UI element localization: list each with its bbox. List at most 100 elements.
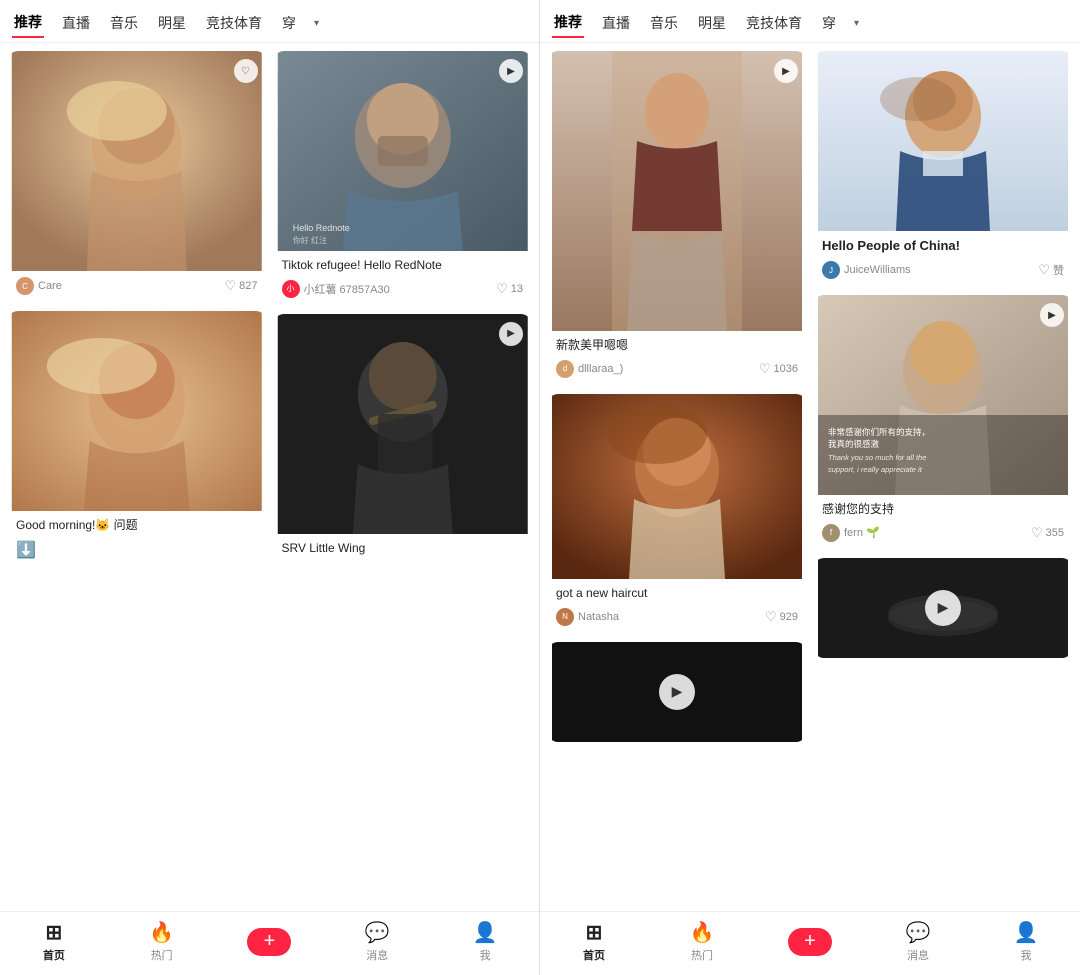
tab-hot-label-right: 热门 <box>691 947 713 963</box>
play-btn-guitar[interactable]: ▶ <box>499 322 523 346</box>
card-haircut-image <box>548 394 806 579</box>
add-btn-right[interactable]: + <box>788 928 832 956</box>
tab-home-right[interactable]: ⊞ 首页 <box>540 920 648 963</box>
card-bearded-man[interactable]: Hello Rednote 你好 红注 ▶ Tiktok refugee! He… <box>274 51 532 306</box>
add-btn-left[interactable]: + <box>247 928 291 956</box>
card-tall-girl-body: 新款美甲嗯嗯 d dlllaraa_) ♡ 1036 <box>548 331 806 386</box>
tab-add-left: + <box>216 928 324 956</box>
play-btn-drum[interactable]: ▶ <box>925 590 961 626</box>
avatar-juicewilliams: J <box>822 261 840 279</box>
card-thank-you-image: 非常感谢你们所有的支持， 我真的很感激 Thank you so much fo… <box>814 295 1072 495</box>
tab-me-right[interactable]: 👤 我 <box>972 920 1080 963</box>
play-btn-dark-left[interactable]: ▶ <box>659 674 695 710</box>
play-btn-tall-girl[interactable]: ▶ <box>774 59 798 83</box>
like-area-bearded[interactable]: ♡ 13 <box>496 281 523 297</box>
like-area-haircut[interactable]: ♡ 929 <box>765 609 798 625</box>
card-bearded-man-title: Tiktok refugee! Hello RedNote <box>282 257 524 274</box>
card-haircut[interactable]: got a new haircut N Natasha ♡ 929 <box>548 394 806 634</box>
card-thank-you-author: f fern 🌱 <box>822 524 880 542</box>
card-bearded-man-img-wrapper: Hello Rednote 你好 红注 ▶ <box>274 51 532 251</box>
card-guitar-man[interactable]: ▶ SRV Little Wing <box>274 314 532 571</box>
nav-chevron-left[interactable]: ▾ <box>314 18 319 29</box>
me-icon-right: 👤 <box>1014 920 1039 945</box>
heart-btn-blonde[interactable]: ♡ <box>234 59 258 83</box>
tab-hot-right[interactable]: 🔥 热门 <box>648 920 756 963</box>
avatar-xiaohongshu: 小 <box>282 280 300 298</box>
card-good-morning[interactable]: Good morning!🐱 问题 ⬇️ <box>8 311 266 576</box>
heart-icon-care: ♡ <box>224 278 236 294</box>
card-guitar-man-body: SRV Little Wing <box>274 534 532 571</box>
card-good-morning-emoji: ⬇️ <box>16 540 258 562</box>
right-col-2: Hello People of China! J JuiceWilliams ♡… <box>814 51 1072 742</box>
svg-text:Hello Rednote: Hello Rednote <box>292 223 349 233</box>
nav-chevron-right[interactable]: ▾ <box>854 18 859 29</box>
card-good-morning-body: Good morning!🐱 问题 ⬇️ <box>8 511 266 576</box>
svg-text:非常感谢你们所有的支持，: 非常感谢你们所有的支持， <box>828 427 930 437</box>
nav-音乐-right[interactable]: 音乐 <box>648 9 680 37</box>
right-tab-bar: ⊞ 首页 🔥 热门 + 💬 消息 👤 我 <box>540 911 1080 975</box>
message-icon-right: 💬 <box>906 920 931 945</box>
card-thank-you-img-wrapper: 非常感谢你们所有的支持， 我真的很感激 Thank you so much fo… <box>814 295 1072 495</box>
nav-直播-right[interactable]: 直播 <box>600 9 632 37</box>
card-dark-video-left[interactable]: ▶ <box>548 642 806 742</box>
left-grid: ♡ C Care ♡ 827 <box>8 51 531 576</box>
author-name-fern: fern 🌱 <box>844 526 880 539</box>
card-bearded-man-image: Hello Rednote 你好 红注 <box>274 51 532 251</box>
like-area-hello-china[interactable]: ♡ 赞 <box>1038 262 1064 278</box>
right-phone: 推荐 直播 音乐 明星 竞技体育 穿 ▾ <box>540 0 1080 975</box>
card-thank-you[interactable]: 非常感谢你们所有的支持， 我真的很感激 Thank you so much fo… <box>814 295 1072 550</box>
avatar-fern: f <box>822 524 840 542</box>
nav-穿-left[interactable]: 穿 <box>280 9 298 37</box>
avatar-natasha: N <box>556 608 574 626</box>
card-drum-video-wrapper: ▶ <box>814 558 1072 658</box>
card-thank-you-title: 感谢您的支持 <box>822 501 1064 518</box>
card-hello-china-title: Hello People of China! <box>822 237 1064 255</box>
nav-竞技体育-left[interactable]: 竞技体育 <box>204 9 264 37</box>
tab-me-left[interactable]: 👤 我 <box>431 920 539 963</box>
card-bearded-man-body: Tiktok refugee! Hello RedNote 小 小红薯 6785… <box>274 251 532 306</box>
card-tall-girl-footer: d dlllaraa_) ♡ 1036 <box>556 360 798 378</box>
like-area-thank-you[interactable]: ♡ 355 <box>1031 525 1064 541</box>
right-grid: ▶ 新款美甲嗯嗯 d dlllaraa_) ♡ 1036 <box>548 51 1072 742</box>
svg-text:你好 红注: 你好 红注 <box>292 235 326 245</box>
play-btn-thank-you[interactable]: ▶ <box>1040 303 1064 327</box>
tab-home-label-left: 首页 <box>43 947 65 963</box>
tab-hot-left[interactable]: 🔥 热门 <box>108 920 216 963</box>
heart-icon-hello-china: ♡ <box>1038 262 1050 278</box>
card-drum-video[interactable]: ▶ <box>814 558 1072 658</box>
nav-推荐-right[interactable]: 推荐 <box>552 8 584 38</box>
tab-home-label-right: 首页 <box>583 947 605 963</box>
tab-message-left[interactable]: 💬 消息 <box>323 920 431 963</box>
like-area-tall-girl[interactable]: ♡ 1036 <box>759 361 798 377</box>
nav-明星-right[interactable]: 明星 <box>696 9 728 37</box>
author-name-natasha: Natasha <box>578 611 619 623</box>
card-hello-china[interactable]: Hello People of China! J JuiceWilliams ♡… <box>814 51 1072 287</box>
heart-icon-thank-you: ♡ <box>1031 525 1043 541</box>
card-blonde-girl[interactable]: ♡ C Care ♡ 827 <box>8 51 266 303</box>
tab-message-right[interactable]: 💬 消息 <box>864 920 972 963</box>
card-haircut-title: got a new haircut <box>556 585 798 602</box>
nav-推荐-left[interactable]: 推荐 <box>12 8 44 38</box>
nav-竞技体育-right[interactable]: 竞技体育 <box>744 9 804 37</box>
tab-me-label-left: 我 <box>480 947 491 963</box>
card-blonde-girl-author: C Care <box>16 277 62 295</box>
hot-icon-right: 🔥 <box>690 920 715 945</box>
card-blonde-girl-img-wrapper: ♡ <box>8 51 266 271</box>
card-tall-girl[interactable]: ▶ 新款美甲嗯嗯 d dlllaraa_) ♡ 1036 <box>548 51 806 386</box>
heart-icon-haircut: ♡ <box>765 609 777 625</box>
tab-home-left[interactable]: ⊞ 首页 <box>0 920 108 963</box>
hot-icon-left: 🔥 <box>149 920 174 945</box>
author-name-xiaohongshu: 小红薯 67857A30 <box>304 281 390 297</box>
nav-直播-left[interactable]: 直播 <box>60 9 92 37</box>
card-thank-you-footer: f fern 🌱 ♡ 355 <box>822 524 1064 542</box>
heart-icon-tall-girl: ♡ <box>759 361 771 377</box>
card-tall-girl-author: d dlllaraa_) <box>556 360 623 378</box>
like-area-care[interactable]: ♡ 827 <box>224 278 257 294</box>
nav-穿-right[interactable]: 穿 <box>820 9 838 37</box>
card-hello-china-body: Hello People of China! J JuiceWilliams ♡… <box>814 231 1072 287</box>
avatar-care: C <box>16 277 34 295</box>
play-btn-bearded[interactable]: ▶ <box>499 59 523 83</box>
nav-音乐-left[interactable]: 音乐 <box>108 9 140 37</box>
tab-message-label-left: 消息 <box>366 947 388 963</box>
nav-明星-left[interactable]: 明星 <box>156 9 188 37</box>
